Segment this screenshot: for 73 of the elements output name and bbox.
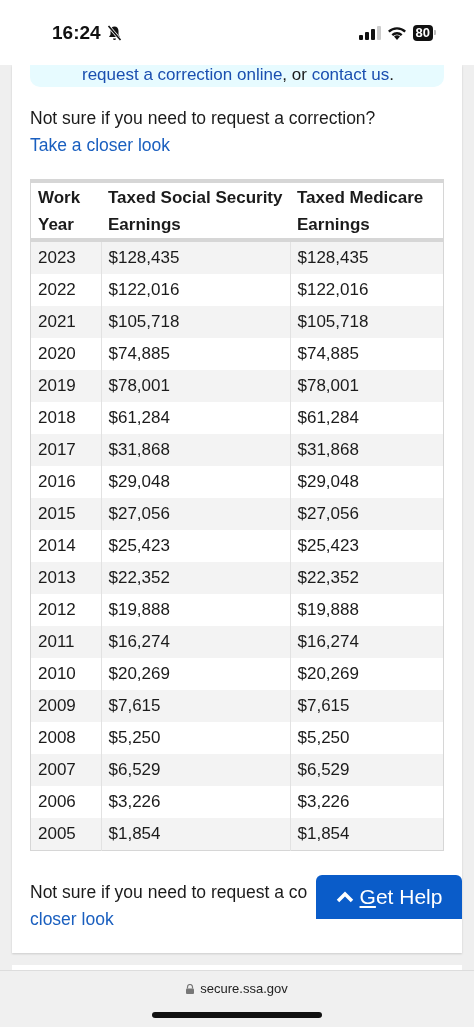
table-cell: 2023 (30, 240, 101, 274)
alert-text: request a correction online, or contact us. (82, 65, 394, 84)
table-cell: 2007 (30, 754, 101, 786)
table-cell: 2013 (30, 562, 101, 594)
table-cell: $74,885 (101, 338, 290, 370)
table-cell: $5,250 (290, 722, 444, 754)
table-cell: $122,016 (290, 274, 444, 306)
correction-note: Not sure if you need to request a correction? Take a closer look (30, 107, 377, 157)
table-cell: $29,048 (290, 466, 444, 498)
table-cell: $105,718 (290, 306, 444, 338)
table-cell: $5,250 (101, 722, 290, 754)
url-text: secure.ssa.gov (200, 981, 288, 996)
table-cell: $128,435 (290, 240, 444, 274)
table-cell: $19,888 (101, 594, 290, 626)
table-cell: $128,435 (101, 240, 290, 274)
table-cell: $25,423 (290, 530, 444, 562)
clock-time: 16:24 (52, 21, 101, 44)
table-cell: $7,615 (101, 690, 290, 722)
table-cell: 2019 (30, 370, 101, 402)
alert-link[interactable]: request a correction online (82, 65, 283, 84)
battery-icon: 80 (412, 24, 436, 41)
table-cell: $61,284 (101, 402, 290, 434)
table-cell: $74,885 (290, 338, 444, 370)
table-cell: $122,016 (101, 274, 290, 306)
table-cell: $3,226 (290, 786, 444, 818)
table-cell: 2018 (30, 402, 101, 434)
table-cell: 2012 (30, 594, 101, 626)
chevron-up-icon (335, 891, 354, 903)
table-cell: $105,718 (101, 306, 290, 338)
alert-link[interactable]: contact us (311, 65, 390, 84)
table-cell: 2008 (30, 722, 101, 754)
correction-note: Not sure if you need to request a co (30, 881, 308, 904)
table-cell: $3,226 (101, 786, 290, 818)
table-cell: 2015 (30, 498, 101, 530)
table-cell: $1,854 (290, 818, 444, 851)
signal-icon (358, 25, 381, 40)
table-cell: $22,352 (101, 562, 290, 594)
table-cell: $1,854 (101, 818, 290, 851)
table-cell: 2006 (30, 786, 101, 818)
table-cell: 2020 (30, 338, 101, 370)
table-cell: 2021 (30, 306, 101, 338)
table-cell: 2009 (30, 690, 101, 722)
lock-icon (186, 983, 195, 994)
table-cell: 2010 (30, 658, 101, 690)
table-cell: $27,056 (101, 498, 290, 530)
table-cell: $22,352 (290, 562, 444, 594)
wifi-icon (386, 25, 407, 40)
table-cell: $31,868 (290, 434, 444, 466)
table-cell: $20,269 (290, 658, 444, 690)
closer-look-link[interactable]: Take a closer look (30, 135, 171, 155)
table-cell: $78,001 (290, 370, 444, 402)
table-cell: $27,056 (290, 498, 444, 530)
table-cell: $6,529 (101, 754, 290, 786)
table-cell: 2017 (30, 434, 101, 466)
table-cell: $61,284 (290, 402, 444, 434)
table-cell: $25,423 (101, 530, 290, 562)
table-cell: $16,274 (290, 626, 444, 658)
table-cell: $6,529 (290, 754, 444, 786)
table-cell: $19,888 (290, 594, 444, 626)
table-cell: $7,615 (290, 690, 444, 722)
table-cell: $78,001 (101, 370, 290, 402)
table-cell: 2011 (30, 626, 101, 658)
table-cell: 2005 (30, 818, 101, 851)
table-cell: 2022 (30, 274, 101, 306)
table-cell: 2016 (30, 466, 101, 498)
table-cell: $16,274 (101, 626, 290, 658)
get-help-button[interactable]: Get Help (316, 875, 462, 919)
table-cell: $20,269 (101, 658, 290, 690)
table-cell: 2014 (30, 530, 101, 562)
table-cell: $31,868 (101, 434, 290, 466)
table-cell: $29,048 (101, 466, 290, 498)
bell-slash-icon (106, 24, 122, 41)
closer-look-link[interactable]: closer look (30, 906, 114, 933)
